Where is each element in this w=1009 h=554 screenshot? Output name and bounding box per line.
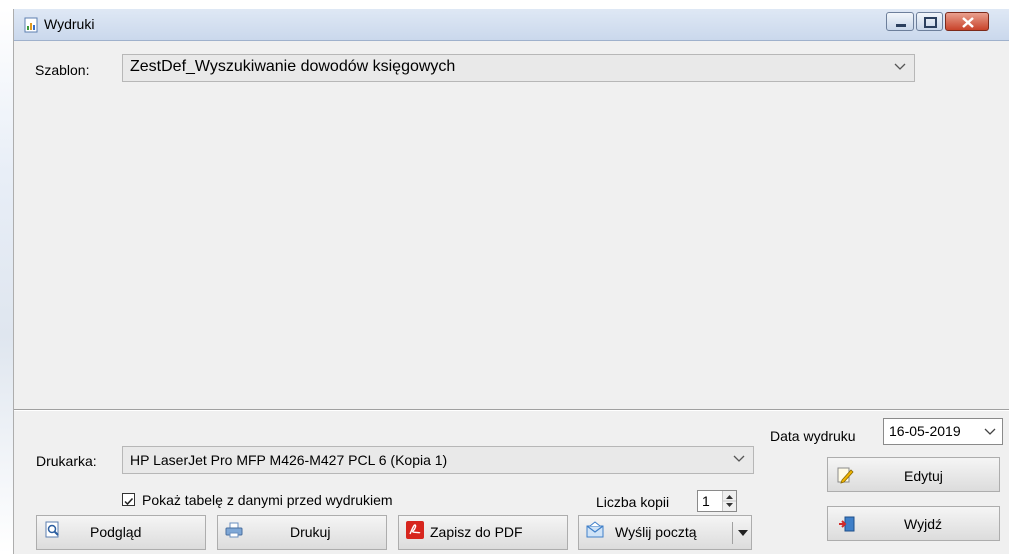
copies-label: Liczba kopii <box>596 494 670 510</box>
dropdown-arrow-icon[interactable] <box>738 530 748 536</box>
pencil-document-icon <box>837 467 854 484</box>
exit-button[interactable]: Wyjdź <box>827 506 1000 541</box>
background-strip <box>0 9 13 554</box>
edit-label: Edytuj <box>904 468 943 484</box>
printer-icon <box>225 522 243 538</box>
chevron-down-icon <box>894 63 906 70</box>
preview-label: Podgląd <box>90 524 142 540</box>
show-table-checkbox[interactable] <box>122 493 135 506</box>
preview-button[interactable]: Podgląd <box>36 515 206 550</box>
maximize-button[interactable] <box>916 12 943 31</box>
print-label: Drukuj <box>290 524 331 540</box>
window-title: Wydruki <box>44 16 95 32</box>
checkmark-icon <box>124 497 134 506</box>
report-icon <box>24 17 38 33</box>
printer-label: Drukarka: <box>36 453 97 469</box>
send-mail-label: Wyślij pocztą <box>615 524 697 540</box>
minimize-button[interactable] <box>886 12 914 31</box>
maximize-icon <box>924 17 937 28</box>
pdf-icon <box>406 521 424 539</box>
split-divider <box>732 522 733 544</box>
print-date-label: Data wydruku <box>770 428 856 444</box>
envelope-icon <box>586 521 604 538</box>
spin-arrows-icon <box>723 495 736 507</box>
exit-door-icon <box>839 516 855 532</box>
save-pdf-label: Zapisz do PDF <box>430 524 523 540</box>
copies-stepper[interactable]: 1 <box>697 490 737 512</box>
close-icon <box>962 17 974 28</box>
chevron-down-icon <box>733 455 745 462</box>
edit-button[interactable]: Edytuj <box>827 457 1000 492</box>
separator <box>14 409 1009 411</box>
send-mail-button[interactable]: Wyślij pocztą <box>578 515 752 550</box>
minimize-icon <box>896 24 906 27</box>
print-date-picker[interactable]: 16-05-2019 <box>883 418 1003 445</box>
exit-label: Wyjdź <box>904 516 942 532</box>
chevron-down-icon <box>984 428 996 435</box>
show-table-label: Pokaż tabelę z danymi przed wydrukiem <box>142 492 393 508</box>
template-select[interactable]: ZestDef_Wyszukiwanie dowodów księgowych <box>122 54 915 82</box>
copies-value: 1 <box>702 493 710 509</box>
copies-spin-buttons[interactable] <box>722 491 736 511</box>
print-date-value: 16-05-2019 <box>889 423 961 439</box>
save-pdf-button[interactable]: Zapisz do PDF <box>398 515 568 550</box>
preview-area <box>14 41 1009 411</box>
title-bar: Wydruki <box>14 9 1009 41</box>
printer-select[interactable]: HP LaserJet Pro MFP M426-M427 PCL 6 (Kop… <box>122 446 754 474</box>
printer-value: HP LaserJet Pro MFP M426-M427 PCL 6 (Kop… <box>130 452 448 468</box>
wydruki-window: Wydruki Szablon: ZestDef_Wyszukiwanie do… <box>13 9 1009 554</box>
print-button[interactable]: Drukuj <box>217 515 387 550</box>
template-label: Szablon: <box>35 62 90 78</box>
close-button[interactable] <box>945 12 989 31</box>
magnifier-document-icon <box>45 521 59 538</box>
template-value: ZestDef_Wyszukiwanie dowodów księgowych <box>130 58 456 75</box>
